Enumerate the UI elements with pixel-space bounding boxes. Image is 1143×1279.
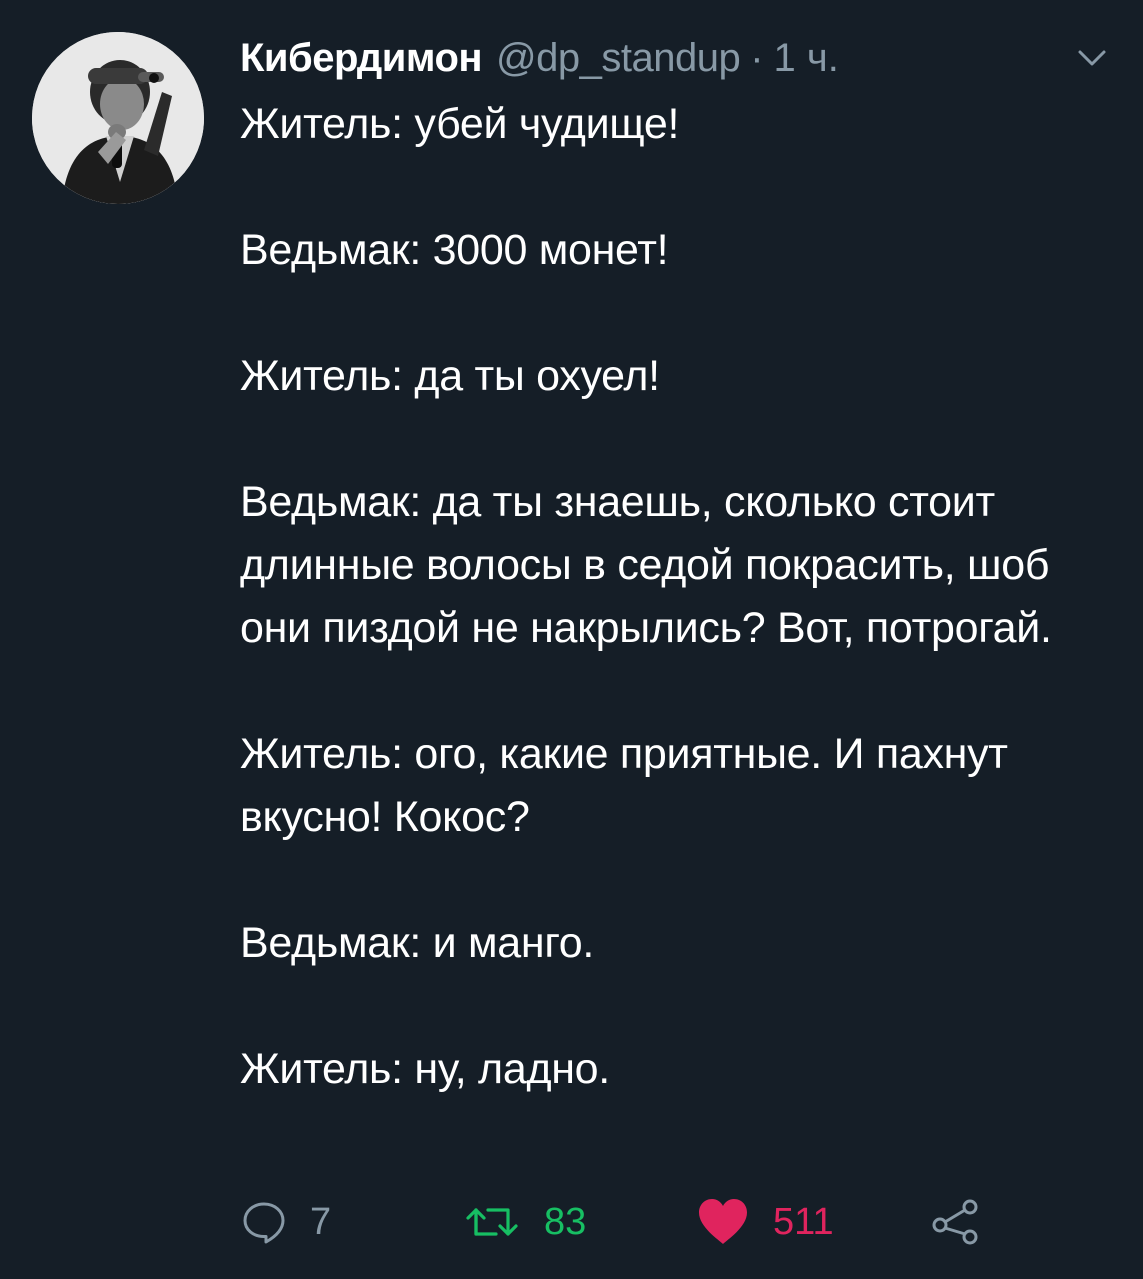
- speech-bubble-icon: [243, 1202, 285, 1244]
- tweet-actions: 7 83 511: [240, 1190, 1000, 1254]
- share-nodes-icon: [932, 1199, 978, 1245]
- reply-button[interactable]: 7: [240, 1190, 331, 1254]
- avatar[interactable]: [32, 32, 204, 204]
- reply-count: 7: [310, 1201, 332, 1243]
- avatar-image: [32, 32, 204, 204]
- display-name[interactable]: Кибердимон: [240, 30, 483, 86]
- tweet-header: Кибердимон @dp_standup · 1 ч.: [240, 30, 839, 86]
- tweet-text: Житель: убей чудище! Ведьмак: 3000 монет…: [240, 93, 1070, 1101]
- header-separator: ·: [750, 36, 764, 80]
- tweet-timestamp[interactable]: 1 ч.: [774, 30, 839, 86]
- tweet-paragraph: Ведьмак: да ты знаешь, сколько стоит дли…: [240, 478, 1052, 652]
- tweet-paragraph: Житель: ого, какие приятные. И пахнут вк…: [240, 730, 1008, 841]
- tweet: Кибердимон @dp_standup · 1 ч. Житель: уб…: [0, 0, 1143, 1279]
- user-handle[interactable]: @dp_standup: [496, 30, 741, 86]
- like-button[interactable]: 511: [695, 1190, 834, 1254]
- retweet-count: 83: [544, 1201, 587, 1243]
- tweet-paragraph: Житель: ну, ладно.: [240, 1045, 610, 1093]
- tweet-paragraph: Житель: да ты охуел!: [240, 352, 660, 400]
- chevron-down-icon: [1078, 50, 1106, 66]
- retweet-button[interactable]: 83: [462, 1190, 586, 1254]
- tweet-paragraph: Ведьмак: и манго.: [240, 919, 595, 967]
- heart-icon: [699, 1199, 747, 1244]
- tweet-paragraph: Житель: убей чудище!: [240, 100, 680, 148]
- like-count: 511: [773, 1201, 834, 1243]
- retweet-arrows-icon: [466, 1208, 518, 1236]
- share-button[interactable]: [930, 1190, 980, 1254]
- tweet-paragraph: Ведьмак: 3000 монет!: [240, 226, 669, 274]
- tweet-menu-button[interactable]: [1072, 42, 1112, 74]
